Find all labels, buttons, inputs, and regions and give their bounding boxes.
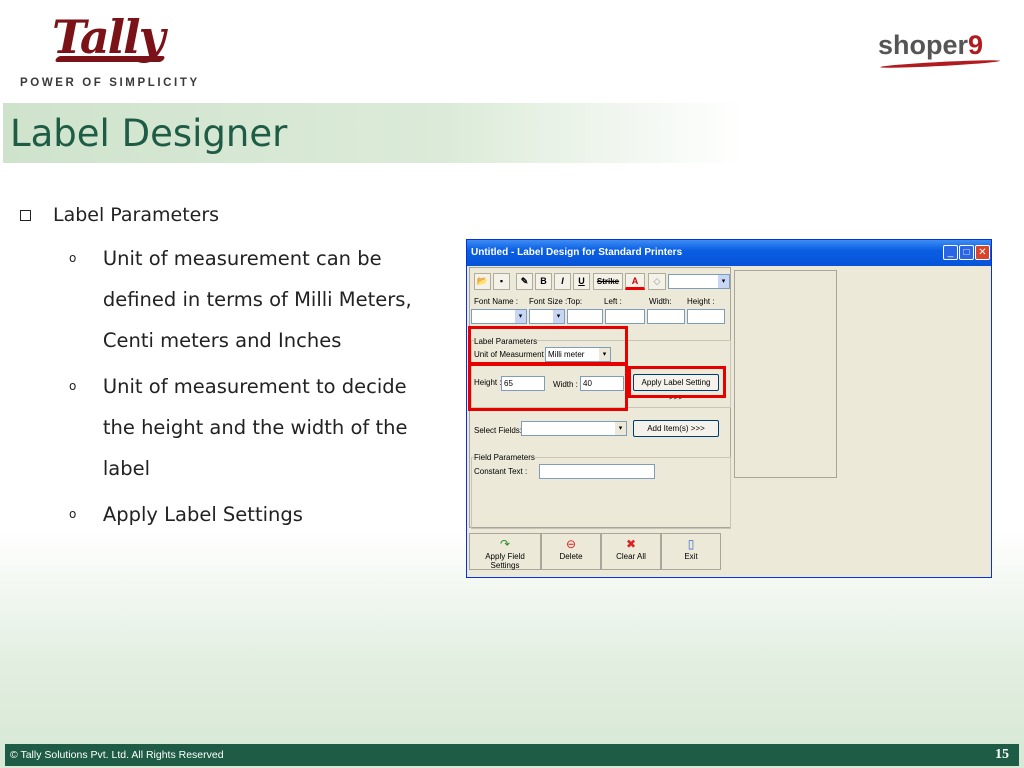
bullet-line: defined in terms of Milli Meters, (102, 288, 412, 311)
tally-logo-swoosh (54, 56, 166, 62)
bullet-heading-text: Label Parameters (53, 204, 220, 226)
font-color-button[interactable]: A (625, 273, 645, 290)
close-button[interactable]: ✕ (975, 245, 990, 260)
height-input[interactable] (687, 309, 725, 324)
delete-button[interactable]: ⊖ Delete (541, 533, 601, 570)
width-label: Width: (649, 297, 672, 306)
height-label: Height : (687, 297, 715, 306)
bullet-item: o Apply Label Settings (69, 494, 470, 535)
bullet-item-text: Unit of measurement can be defined in te… (103, 238, 470, 361)
exit-label: Exit (684, 552, 698, 561)
label-design-window: Untitled - Label Design for Standard Pri… (466, 239, 992, 578)
toolbar: 📂 ▪ ✎ B I U Strike A ◇ ▾ (472, 271, 730, 293)
page-number: 15 (995, 747, 1009, 762)
apply-highlight-box (628, 366, 726, 398)
font-size-label: Font Size : (529, 297, 568, 306)
add-items-button[interactable]: Add Item(s) >>> (633, 420, 719, 437)
top-input[interactable] (567, 309, 603, 324)
circle-bullet-icon: o (69, 251, 77, 265)
maximize-button[interactable]: □ (959, 245, 974, 260)
bullet-item: o Unit of measurement can be defined in … (69, 238, 470, 361)
select-fields-label: Select Fields: (474, 426, 523, 435)
brand-tagline: POWER OF SIMPLICITY (20, 77, 200, 89)
page-title: Label Designer (10, 112, 288, 155)
minimize-button[interactable]: _ (943, 245, 958, 260)
circle-bullet-icon: o (69, 507, 77, 521)
italic-button[interactable]: I (554, 273, 571, 290)
strike-button[interactable]: Strike (593, 273, 623, 290)
bullet-item-text: Unit of measurement to decide the height… (103, 366, 470, 489)
bullet-line: the height and the width of the (102, 416, 408, 439)
exit-button[interactable]: ▯ Exit (661, 533, 721, 570)
top-label: Top: (567, 297, 583, 306)
width-input[interactable] (647, 309, 685, 324)
left-input[interactable] (605, 309, 645, 324)
bullet-item: o Unit of measurement to decide the heig… (69, 366, 470, 489)
bullet-item-text: Apply Label Settings (103, 494, 470, 535)
arrow-right-icon: ↷ (499, 537, 511, 551)
left-label: Left : (604, 297, 622, 306)
field-parameters-group-label: Field Parameters (474, 453, 535, 462)
shoper-logo-text: shoper (878, 30, 969, 60)
circle-bullet-icon: o (69, 379, 77, 393)
font-name-dropdown[interactable]: ▾ (471, 309, 527, 324)
edit-icon[interactable]: ✎ (516, 273, 533, 290)
font-size-dropdown[interactable]: ▾ (529, 309, 565, 324)
delete-label: Delete (559, 552, 583, 561)
bullet-list: Label Parameters o Unit of measurement c… (20, 204, 470, 540)
clear-icon: ✖ (625, 537, 637, 551)
bold-button[interactable]: B (535, 273, 552, 290)
exit-door-icon: ▯ (687, 537, 695, 551)
select-fields-dropdown[interactable]: ▾ (521, 421, 627, 436)
bullet-heading: Label Parameters (20, 204, 470, 226)
open-folder-icon[interactable]: 📂 (474, 273, 491, 290)
shoper-logo-number: 9 (968, 30, 984, 60)
footer-bar: © Tally Solutions Pvt. Ltd. All Rights R… (5, 744, 1019, 766)
checkbox-bullet-icon (20, 209, 31, 221)
apply-field-settings-label: Apply Field Settings (485, 552, 525, 570)
size-highlight-box (468, 363, 628, 411)
clear-all-button[interactable]: ✖ Clear All (601, 533, 661, 570)
fill-color-icon[interactable]: ◇ (648, 273, 666, 290)
constant-text-input[interactable] (539, 464, 655, 479)
bullet-line: Apply Label Settings (102, 503, 303, 526)
bullet-line: Centi meters and Inches (102, 329, 342, 352)
clear-all-label: Clear All (616, 552, 646, 561)
style-dropdown[interactable]: ▾ (668, 274, 730, 289)
apply-field-settings-button[interactable]: ↷ Apply Field Settings (469, 533, 541, 570)
window-titlebar: Untitled - Label Design for Standard Pri… (467, 240, 991, 266)
copyright-text: © Tally Solutions Pvt. Ltd. All Rights R… (10, 749, 224, 761)
unit-highlight-box (468, 326, 628, 365)
shoper9-logo: shoper9 (878, 30, 983, 61)
delete-icon: ⊖ (565, 537, 577, 551)
underline-button[interactable]: U (573, 273, 590, 290)
font-name-label: Font Name : (474, 297, 519, 306)
window-title: Untitled - Label Design for Standard Pri… (471, 247, 683, 258)
label-preview-panel (734, 270, 837, 478)
bullet-line: Unit of measurement to decide (102, 375, 407, 398)
bullet-line: label (102, 457, 151, 480)
constant-text-label: Constant Text : (474, 467, 528, 476)
save-icon[interactable]: ▪ (493, 273, 510, 290)
bullet-line: Unit of measurement can be (102, 247, 382, 270)
